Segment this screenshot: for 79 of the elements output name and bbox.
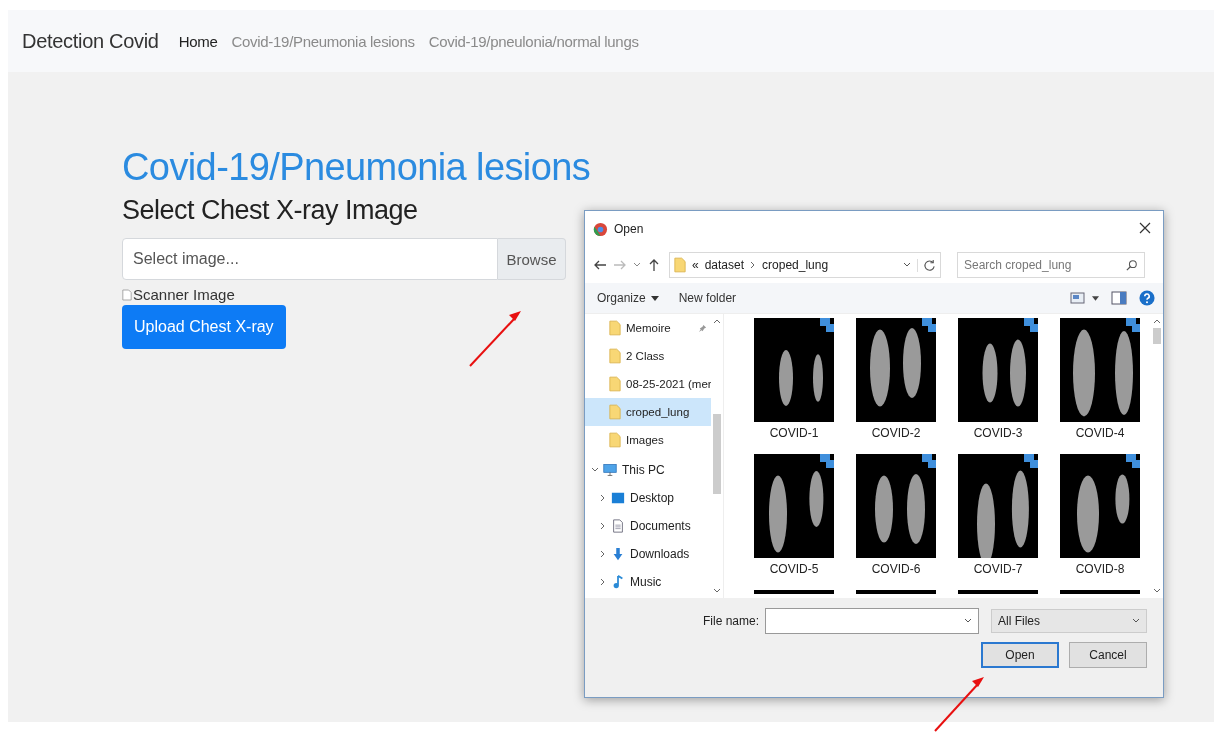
- folder-tree-item[interactable]: croped_lung: [585, 398, 711, 426]
- section-heading: Select Chest X-ray Image: [122, 194, 419, 226]
- chevron-down-icon: [1132, 618, 1140, 624]
- scroll-down-icon[interactable]: [1153, 588, 1161, 594]
- folder-icon: [609, 320, 621, 336]
- cancel-button[interactable]: Cancel: [1069, 642, 1147, 668]
- document-icon: [611, 519, 625, 533]
- this-pc-tree-item[interactable]: This PC: [599, 456, 711, 484]
- file-item[interactable]: COVID-1: [744, 318, 844, 454]
- expand-chevron-icon[interactable]: [599, 494, 607, 502]
- chevron-down-icon[interactable]: [964, 618, 972, 624]
- file-item[interactable]: COVID-2: [846, 318, 946, 454]
- open-button[interactable]: Open: [981, 642, 1059, 668]
- brand-link[interactable]: Detection Covid: [22, 29, 159, 53]
- file-item[interactable]: COVID-6: [846, 454, 946, 590]
- caret-icon: [650, 295, 659, 301]
- broken-image-icon: [122, 288, 132, 301]
- new-folder-button[interactable]: New folder: [674, 289, 741, 307]
- folder-tree-item[interactable]: 2 Class: [585, 342, 711, 370]
- expand-chevron-icon[interactable]: [599, 578, 607, 586]
- organize-menu-button[interactable]: Organize: [593, 289, 663, 307]
- expand-chevron-icon[interactable]: [599, 522, 607, 530]
- scroll-up-icon[interactable]: [713, 318, 721, 324]
- chevron-right-icon: [750, 261, 757, 269]
- folder-icon: [609, 376, 621, 392]
- drive-folder-tree-item[interactable]: Downloads: [607, 540, 711, 568]
- search-icon: [1126, 259, 1138, 271]
- drive-folder-tree-item[interactable]: Desktop: [607, 484, 711, 512]
- address-bar[interactable]: « dataset croped_lung: [669, 252, 941, 278]
- file-type-dropdown[interactable]: All Files: [991, 609, 1147, 633]
- refresh-icon[interactable]: [917, 258, 936, 272]
- file-item[interactable]: COVID-7: [948, 454, 1048, 590]
- folder-icon: [609, 348, 621, 364]
- breadcrumb-item[interactable]: croped_lung: [762, 258, 829, 272]
- folder-tree-item[interactable]: Memoire: [585, 314, 711, 342]
- folder-tree-item[interactable]: Images: [585, 426, 711, 454]
- expand-chevron-icon[interactable]: [599, 550, 607, 558]
- preview-pane-icon[interactable]: [1111, 290, 1127, 306]
- page-title: Covid-19/Pneumonia lesions: [122, 145, 592, 190]
- file-input-field[interactable]: Select image...: [122, 238, 498, 280]
- file-name-label: File name:: [702, 614, 759, 628]
- music-note-icon: [611, 575, 625, 589]
- download-arrow-icon: [611, 547, 625, 561]
- caret-icon[interactable]: [1092, 295, 1099, 301]
- folder-tree-item[interactable]: 08-25-2021 (mer: [585, 370, 711, 398]
- chevron-down-icon[interactable]: [903, 262, 911, 268]
- file-name-field[interactable]: [765, 608, 979, 634]
- up-arrow-icon[interactable]: [647, 258, 661, 272]
- app-icon: [593, 221, 608, 237]
- folder-icon: [609, 404, 621, 420]
- file-item[interactable]: COVID-3: [948, 318, 1048, 454]
- breadcrumb-overflow[interactable]: «: [692, 258, 699, 272]
- scrollbar-thumb[interactable]: [1153, 328, 1161, 344]
- file-item[interactable]: COVID-5: [744, 454, 844, 590]
- file-item[interactable]: COVID-8: [1050, 454, 1150, 590]
- scroll-down-icon[interactable]: [713, 588, 721, 594]
- upload-button[interactable]: Upload Chest X-ray: [122, 305, 286, 349]
- desktop-icon: [611, 491, 625, 505]
- drive-folder-tree-item[interactable]: Documents: [607, 512, 711, 540]
- search-field[interactable]: Search croped_lung: [957, 252, 1145, 278]
- help-icon[interactable]: [1139, 290, 1155, 306]
- dialog-title: Open: [614, 222, 645, 236]
- monitor-icon: [603, 463, 617, 477]
- expand-chevron-icon[interactable]: [591, 466, 599, 474]
- scroll-up-icon[interactable]: [1153, 318, 1161, 324]
- arrow-annotation: [469, 311, 521, 367]
- drive-folder-tree-item[interactable]: Music: [607, 568, 711, 596]
- breadcrumb-item[interactable]: dataset: [704, 258, 745, 272]
- nav-link[interactable]: Home: [178, 32, 218, 50]
- scrollbar-thumb[interactable]: [713, 414, 721, 494]
- browse-button[interactable]: Browse: [498, 238, 566, 280]
- file-item[interactable]: COVID-4: [1050, 318, 1150, 454]
- back-arrow-icon[interactable]: [593, 258, 607, 272]
- arrow-annotation: [934, 677, 984, 732]
- folder-icon: [674, 257, 686, 273]
- view-options-icon[interactable]: [1070, 290, 1086, 306]
- image-alt-text: Scanner Image: [133, 286, 235, 303]
- close-icon: [1139, 221, 1151, 234]
- folder-icon: [609, 432, 621, 448]
